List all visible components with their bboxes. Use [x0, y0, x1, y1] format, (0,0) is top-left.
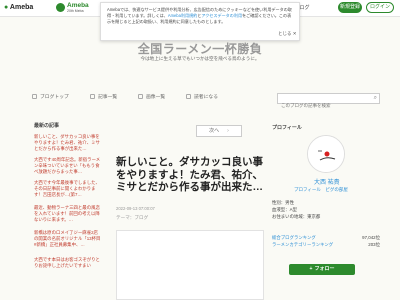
ameba-mark-icon	[56, 3, 65, 12]
nav-image-list[interactable]: 画像一覧	[138, 93, 165, 103]
nav-label: 読者になる	[194, 95, 218, 100]
nav-label: ブログトップ	[40, 95, 69, 100]
cookie-consent-banner: Amebaでは、快適なサービス提供や利用分析、広告配信のためにクッキーなどを使い…	[100, 2, 300, 41]
profile-links[interactable]: プロフィール ピグの部屋	[294, 187, 348, 193]
blog-title[interactable]: 全国ラーメン一杯勝負	[100, 40, 300, 57]
latest-post-item[interactable]: 大西です40周年記念。新宿ラーメン辛味ついていませい「ももう食べ放題だからまった…	[34, 157, 102, 175]
terms-link[interactable]: Ameba利用規約	[168, 13, 197, 18]
blog-description: 今は地上に生える草でもいつかは空を飛べる鳥のように。	[140, 56, 260, 61]
follow-label: フォロー	[314, 266, 335, 272]
entry-datetime: 2022-09-13 07:00:07	[116, 206, 155, 211]
nav-become-reader[interactable]: 読者になる	[186, 93, 218, 103]
next-label: 次へ	[209, 128, 220, 134]
rank-label: ラーメンカテゴリーランキング	[272, 242, 334, 247]
follow-button[interactable]: + フォロー	[289, 264, 355, 275]
nav-article-list[interactable]: 記事一覧	[90, 93, 117, 103]
rank-label: 総合ブログランキング	[272, 235, 316, 240]
overall-ranking[interactable]: 総合ブログランキング 97,042位	[272, 235, 380, 241]
search-input[interactable]	[278, 101, 371, 110]
login-button[interactable]: ログイン	[366, 2, 394, 13]
avatar[interactable]	[307, 135, 345, 173]
list-icon	[90, 94, 95, 100]
nav-blog-top[interactable]: ブログトップ	[32, 93, 69, 103]
access-data-link[interactable]: アクセスデータの利用	[201, 13, 242, 18]
post-title: 大西です40周年記念。新宿ラーメン辛味ついていませい「ももう食べ放題だからまった…	[34, 157, 101, 174]
profile-heading: プロフィール	[272, 125, 302, 131]
latest-post-item[interactable]: 最近、動物ラーナ三四と最の風恋を入れています！前回の考え以降ないりに来ます。…	[34, 205, 102, 223]
latest-post-item[interactable]: 新しいこと、ダサカッコ良い事をやりますよ！たみ君、祐介、ミサとだから作る事が出来…	[34, 134, 102, 152]
profile-blood: 血液型：A型	[272, 207, 297, 212]
nav-label: 記事一覧	[98, 95, 118, 100]
chevron-right-icon: ›	[227, 128, 229, 134]
search-icon[interactable]: ⌕	[374, 95, 377, 102]
post-title: 大西です本日はお客ゴスぞがりとりお詫申し上げたいですまい	[34, 257, 100, 268]
cookie-close-button[interactable]: とじる ✕	[278, 31, 297, 37]
cookie-close-label: とじる	[278, 31, 292, 36]
ameba2-text: Ameba	[67, 2, 89, 9]
avatar-image	[308, 136, 344, 172]
profile-gender: 性別：男性	[272, 200, 294, 205]
latest-posts-heading: 最新の記事	[34, 123, 60, 129]
post-title: 新しいこと、ダサカッコ良い事をやりますよ！たみ君、祐介、ミサとだから作る事が出来…	[34, 134, 100, 151]
next-post-button[interactable]: 次へ ›	[196, 125, 242, 137]
profile-name[interactable]: 大西 祐貴	[314, 177, 340, 186]
category-ranking[interactable]: ラーメンカテゴリーランキング 203位	[272, 242, 380, 248]
post-title: 最近、動物ラーナ三四と最の風恋を入れています！前回の考え以降ないりに来ます。…	[34, 205, 100, 222]
post-title: 新橋は原のロメイ了ジー麻雀2店の開業の名前オリジナル「13杯目#新橋」正社員募集…	[34, 230, 101, 247]
ameba2-sub: 20th Meba	[67, 9, 84, 13]
profile-home: お住まいの地域：東京都	[272, 214, 321, 219]
home-icon	[32, 94, 37, 100]
rank-value: 97,042位	[362, 235, 380, 240]
register-button[interactable]: 新規登録	[338, 2, 362, 13]
ameba-logo-icon: ●	[4, 4, 9, 11]
nav-label: 画像一覧	[146, 95, 166, 100]
blog-search: ⌕	[277, 93, 380, 110]
latest-post-item[interactable]: 新橋は原のロメイ了ジー麻雀2店の開業の名前オリジナル「13杯目#新橋」正社員募集…	[34, 230, 102, 248]
entry-theme[interactable]: テーマ：ブログ	[116, 215, 148, 221]
rank-value: 203位	[368, 242, 380, 247]
ameba-logo[interactable]: ● Ameba	[4, 4, 33, 11]
image-icon	[138, 94, 143, 100]
ameba-logo-text: Ameba	[9, 4, 34, 11]
entry-image	[116, 230, 264, 300]
plus-icon: +	[309, 266, 313, 272]
entry-title[interactable]: 新しいこと。ダサカッコ良い事をやりますよ！たみ君、祐介、ミサとだから作る事が出来…	[116, 156, 272, 194]
reader-icon	[186, 94, 191, 100]
close-icon: ✕	[292, 31, 297, 36]
post-title: 大西です今年最後事でしました、その日記事前に開くよわかります！吉田店長が…(第7…	[34, 180, 100, 197]
latest-post-item[interactable]: 大西です本日はお客ゴスぞがりとりお詫申し上げたいですまい	[34, 257, 102, 269]
latest-post-item[interactable]: 大西です今年最後事でしました、その日記事前に開くよわかります！吉田店長が…(第7…	[34, 180, 102, 198]
